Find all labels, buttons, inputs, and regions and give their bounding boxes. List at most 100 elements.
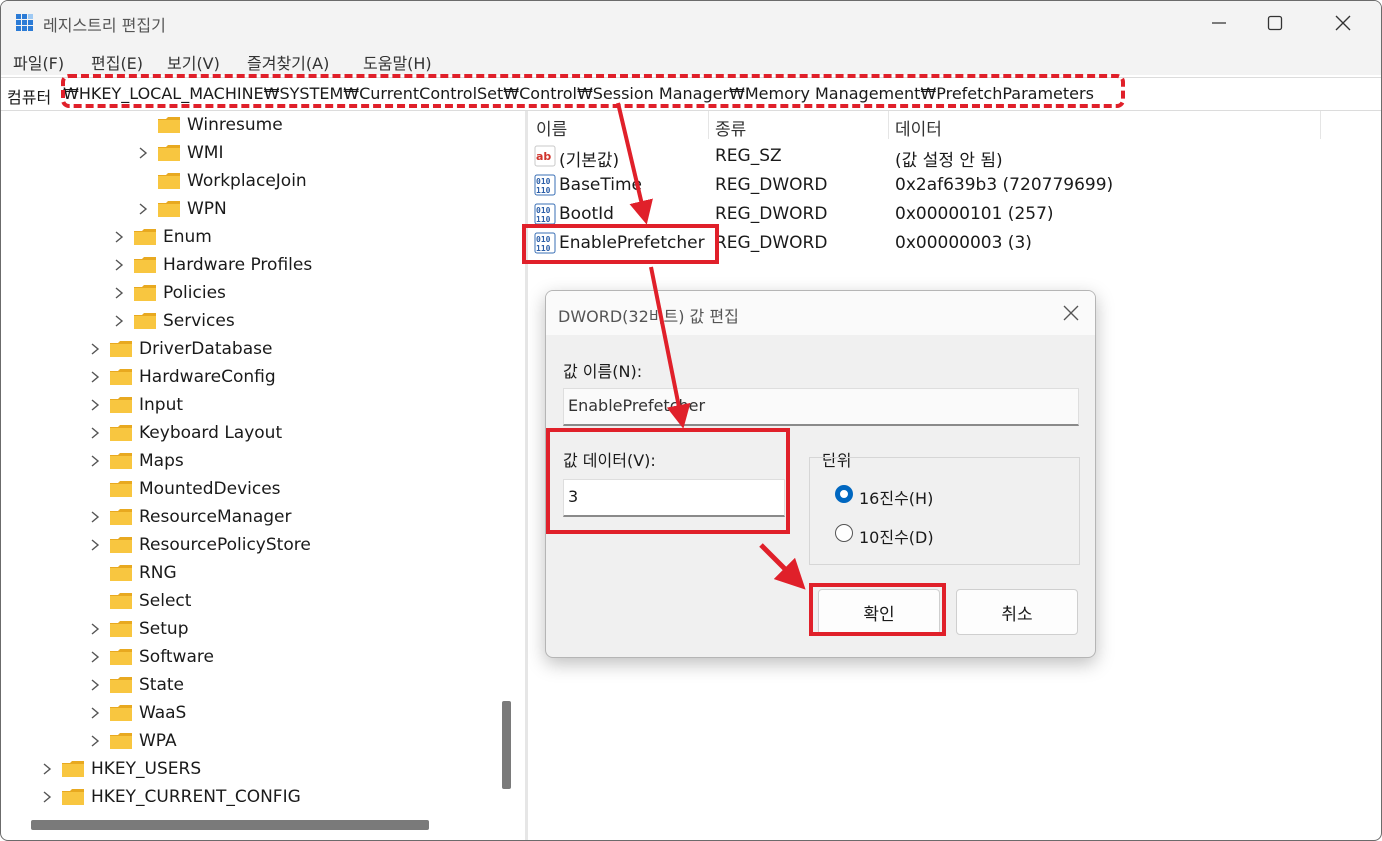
minimize-button[interactable] xyxy=(1191,1,1247,45)
chevron-right-icon[interactable] xyxy=(87,425,103,441)
window-title: 레지스트리 편집기 xyxy=(43,16,166,35)
tree-item-label: Software xyxy=(139,647,214,667)
menu-file[interactable]: 파일(F) xyxy=(13,50,64,74)
value-type: REG_DWORD xyxy=(715,204,828,224)
dec-radio-label[interactable]: 10진수(D) xyxy=(859,524,934,548)
value-row[interactable]: ab (기본값) REG_SZ (값 설정 안 됨) xyxy=(528,142,1381,171)
chevron-right-icon[interactable] xyxy=(87,677,103,693)
tree-item[interactable]: Keyboard Layout xyxy=(87,419,282,447)
tree-item[interactable]: WPA xyxy=(87,727,177,755)
tree-item[interactable]: Maps xyxy=(87,447,184,475)
menu-view[interactable]: 보기(V) xyxy=(167,50,220,74)
folder-icon xyxy=(133,228,157,246)
tree-item[interactable]: Services xyxy=(111,307,235,335)
value-data: 0x00000101 (257) xyxy=(895,204,1054,224)
tree-item[interactable]: WorkplaceJoin xyxy=(135,167,307,195)
dialog-title-bar: DWORD(32비트) 값 편집 xyxy=(546,291,1095,335)
cancel-button[interactable]: 취소 xyxy=(956,589,1078,635)
tree-item[interactable]: Winresume xyxy=(135,111,283,139)
menu-edit[interactable]: 편집(E) xyxy=(91,50,143,74)
svg-text:010: 010 xyxy=(536,206,551,215)
chevron-right-icon[interactable] xyxy=(39,789,55,805)
tree-item[interactable]: ResourcePolicyStore xyxy=(87,531,311,559)
menu-favorites[interactable]: 즐겨찾기(A) xyxy=(247,50,329,74)
value-type: REG_DWORD xyxy=(715,175,828,195)
tree-item[interactable]: HardwareConfig xyxy=(87,363,276,391)
tree-item-label: Maps xyxy=(139,451,184,471)
folder-icon xyxy=(133,312,157,330)
chevron-right-icon[interactable] xyxy=(111,229,127,245)
folder-icon xyxy=(109,368,133,386)
binary-value-icon: 010 110 xyxy=(534,174,556,196)
chevron-right-icon[interactable] xyxy=(135,201,151,217)
tree-item-label: WorkplaceJoin xyxy=(187,171,307,191)
chevron-right-icon[interactable] xyxy=(87,705,103,721)
chevron-right-icon[interactable] xyxy=(111,313,127,329)
tree-item[interactable]: MountedDevices xyxy=(87,475,281,503)
column-data[interactable]: 데이터 xyxy=(895,115,942,140)
tree-item[interactable]: HKEY_USERS xyxy=(39,755,201,783)
column-type[interactable]: 종류 xyxy=(715,115,746,140)
chevron-right-icon[interactable] xyxy=(87,733,103,749)
chevron-right-icon[interactable] xyxy=(87,397,103,413)
tree-item-label: HardwareConfig xyxy=(139,367,276,387)
tree-item-label: Keyboard Layout xyxy=(139,423,283,443)
tree-item[interactable]: Select xyxy=(87,587,191,615)
hex-radio-label[interactable]: 16진수(H) xyxy=(859,485,933,509)
value-row[interactable]: 010 110 BaseTime REG_DWORD 0x2af639b3 (7… xyxy=(528,171,1381,200)
hex-radio[interactable] xyxy=(835,485,853,503)
close-icon[interactable] xyxy=(1061,303,1081,323)
folder-icon xyxy=(157,116,181,134)
tree-item-label: Select xyxy=(139,591,192,611)
chevron-right-icon[interactable] xyxy=(135,145,151,161)
tree-item[interactable]: ResourceManager xyxy=(87,503,291,531)
close-button[interactable] xyxy=(1315,1,1371,45)
chevron-right-icon[interactable] xyxy=(87,621,103,637)
column-separator xyxy=(888,111,889,139)
folder-icon xyxy=(109,508,133,526)
menu-help[interactable]: 도움말(H) xyxy=(363,50,432,74)
column-name[interactable]: 이름 xyxy=(536,115,567,140)
tree-item[interactable]: DriverDatabase xyxy=(87,335,272,363)
tree-item-label: MountedDevices xyxy=(139,479,281,499)
chevron-right-icon[interactable] xyxy=(111,285,127,301)
chevron-right-icon[interactable] xyxy=(87,453,103,469)
tree-item[interactable]: Hardware Profiles xyxy=(111,251,312,279)
tree-item-label: Setup xyxy=(139,619,189,639)
address-path-highlight xyxy=(61,74,1125,108)
tree-item[interactable]: Input xyxy=(87,391,183,419)
maximize-button[interactable] xyxy=(1247,1,1303,45)
tree-item[interactable]: State xyxy=(87,671,184,699)
chevron-right-icon[interactable] xyxy=(87,537,103,553)
folder-icon xyxy=(109,620,133,638)
tree-item[interactable]: Enum xyxy=(111,223,212,251)
chevron-right-icon[interactable] xyxy=(87,649,103,665)
tree-item[interactable]: RNG xyxy=(87,559,177,587)
tree-item-label: State xyxy=(139,675,184,695)
tree-item-label: ResourceManager xyxy=(139,507,292,527)
tree-item[interactable]: WMI xyxy=(135,139,224,167)
tree-vertical-scroll-thumb[interactable] xyxy=(502,701,511,789)
base-group xyxy=(809,457,1080,565)
tree-item[interactable]: HKEY_CURRENT_CONFIG xyxy=(39,783,301,811)
tree-item[interactable]: Policies xyxy=(111,279,226,307)
tree-item[interactable]: WPN xyxy=(135,195,227,223)
tree-horizontal-scroll-thumb[interactable] xyxy=(31,820,429,830)
chevron-right-icon[interactable] xyxy=(87,509,103,525)
tree-item[interactable]: Software xyxy=(87,643,214,671)
tree-item[interactable]: WaaS xyxy=(87,699,186,727)
chevron-right-icon[interactable] xyxy=(87,369,103,385)
chevron-right-icon[interactable] xyxy=(111,257,127,273)
dec-radio[interactable] xyxy=(835,524,853,542)
chevron-right-icon[interactable] xyxy=(87,341,103,357)
value-name-label: 값 이름(N): xyxy=(563,362,643,381)
tree-item[interactable]: Setup xyxy=(87,615,188,643)
tree-item-label: WaaS xyxy=(139,703,187,723)
chevron-right-icon[interactable] xyxy=(39,761,55,777)
tree-item-label: Input xyxy=(139,395,184,415)
